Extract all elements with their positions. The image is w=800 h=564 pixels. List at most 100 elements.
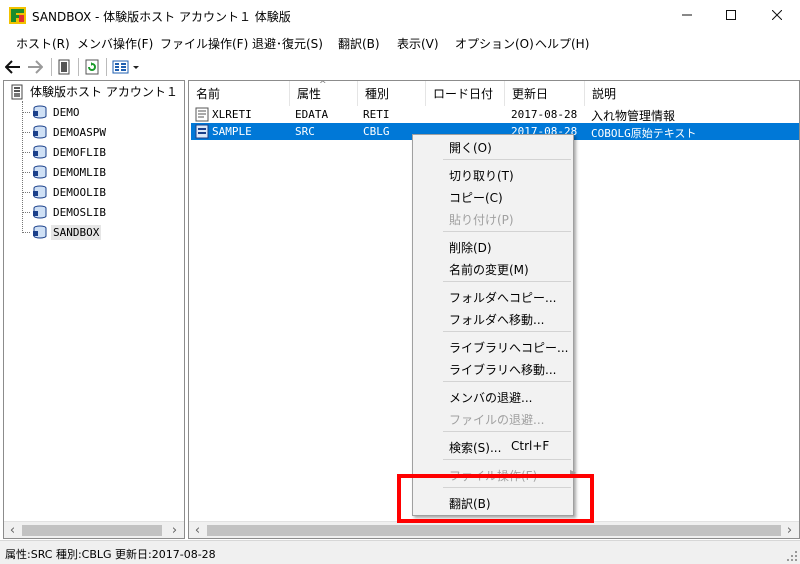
close-icon (772, 10, 782, 20)
tree-node-library[interactable]: DEMOMLIB (22, 162, 108, 182)
context-menu-copy-to-library[interactable]: ライブラリへコピー... (449, 339, 568, 356)
context-menu-move-to-folder[interactable]: フォルダへ移動... (449, 311, 544, 328)
column-label: 属性 (297, 87, 322, 101)
resize-grip-icon[interactable] (786, 550, 798, 562)
forward-arrow-icon (28, 60, 43, 74)
library-icon (33, 105, 47, 119)
host-properties-button[interactable] (56, 57, 72, 77)
menu-member-ops[interactable]: メンバ操作(F) (77, 35, 153, 52)
tree-root-label: 体験版ホスト アカウント１ (30, 85, 178, 99)
menu-host[interactable]: ホスト(R) (16, 35, 70, 52)
tree-node-library-selected[interactable]: SANDBOX (22, 222, 102, 242)
minimize-icon (682, 14, 692, 16)
context-menu-backup-member[interactable]: メンバの退避... (449, 389, 532, 406)
menu-separator (443, 231, 571, 232)
view-mode-button[interactable] (111, 57, 141, 77)
column-label: ロード日付 (433, 87, 494, 101)
context-menu-rename[interactable]: 名前の変更(M) (449, 261, 529, 278)
library-icon (33, 225, 47, 239)
menu-options[interactable]: オプション(O) (455, 35, 534, 52)
status-text: 属性:SRC 種別:CBLG 更新日:2017-08-28 (5, 548, 216, 561)
data-file-icon (195, 107, 209, 122)
context-menu-delete[interactable]: 削除(D) (449, 239, 492, 256)
column-header-type[interactable]: 種別 (358, 81, 426, 106)
column-header-name[interactable]: 名前 (189, 81, 290, 106)
library-icon (33, 125, 47, 139)
toolbar (0, 54, 800, 80)
context-menu-copy[interactable]: コピー(C) (449, 189, 503, 206)
back-button[interactable] (4, 57, 22, 77)
scroll-right-icon[interactable]: › (166, 523, 183, 538)
tree-root-host[interactable]: 体験版ホスト アカウント１ (10, 83, 178, 100)
toolbar-separator (106, 58, 107, 76)
menu-separator (443, 431, 571, 432)
context-menu-cut[interactable]: 切り取り(T) (449, 167, 514, 184)
tree-node-label: DEMOMLIB (53, 165, 106, 179)
scroll-left-icon[interactable]: ‹ (189, 523, 206, 538)
sort-caret-icon: ^ (319, 80, 327, 90)
list-horizontal-scrollbar[interactable]: ‹ › (189, 521, 799, 538)
tree-horizontal-scrollbar[interactable]: ‹ › (4, 521, 184, 538)
cell-attribute: EDATA (295, 108, 329, 121)
cell-updated: 2017-08-28 (511, 108, 578, 121)
menu-separator (443, 159, 571, 160)
table-row[interactable]: XLRETI EDATA RETI 2017-08-28 入れ物管理情報 (191, 106, 799, 123)
column-label: 名前 (196, 87, 221, 101)
column-label: 種別 (365, 87, 390, 101)
library-icon (33, 165, 47, 179)
tree-node-label: DEMOFLIB (53, 145, 106, 159)
column-header-load-date[interactable]: ロード日付 (426, 81, 505, 106)
tree-node-library[interactable]: DEMOSLIB (22, 202, 108, 222)
library-icon (33, 145, 47, 159)
close-button[interactable] (754, 0, 800, 30)
context-menu-copy-to-folder[interactable]: フォルダへコピー... (449, 289, 556, 306)
host-tree-pane[interactable]: 体験版ホスト アカウント１ DEMO DEMOASPW DEMOFLIB DEM… (3, 80, 185, 539)
cell-name: SAMPLE (212, 125, 252, 138)
status-bar: 属性:SRC 種別:CBLG 更新日:2017-08-28 (0, 540, 800, 564)
column-header-updated[interactable]: 更新日 (505, 81, 585, 106)
host-computer-icon (11, 84, 23, 99)
cell-description: 入れ物管理情報 (591, 109, 676, 123)
tree-node-library[interactable]: DEMOOLIB (22, 182, 108, 202)
scroll-left-icon[interactable]: ‹ (4, 523, 21, 538)
refresh-button[interactable] (84, 57, 100, 77)
view-details-icon (112, 60, 139, 74)
context-menu-search-label: 検索(S)... (449, 441, 502, 455)
minimize-button[interactable] (664, 0, 710, 30)
scrollbar-thumb[interactable] (22, 525, 162, 536)
cell-type: RETI (363, 108, 390, 121)
column-header-description[interactable]: 説明 (585, 81, 799, 106)
library-icon (33, 185, 47, 199)
tree-node-library[interactable]: DEMOASPW (22, 122, 108, 142)
tree-node-label: SANDBOX (51, 224, 102, 240)
annotation-highlight-box (397, 474, 594, 523)
column-label: 説明 (592, 87, 617, 101)
toolbar-separator (51, 58, 52, 76)
scroll-right-icon[interactable]: › (781, 523, 798, 538)
menu-file-ops[interactable]: ファイル操作(F) (160, 35, 248, 52)
cell-name: XLRETI (212, 108, 252, 121)
context-menu-move-to-library[interactable]: ライブラリへ移動... (449, 361, 556, 378)
context-menu-open[interactable]: 開く(O) (449, 139, 492, 156)
menu-backup-restore[interactable]: 退避･復元(S) (252, 35, 323, 52)
menu-separator (443, 331, 571, 332)
context-menu-search[interactable]: 検索(S)... Ctrl+F (449, 439, 569, 456)
cell-description: COBOLG原始テキスト (591, 127, 697, 140)
menu-help[interactable]: ヘルプ(H) (535, 35, 589, 52)
menu-bar: ホスト(R) メンバ操作(F) ファイル操作(F) 退避･復元(S) 翻訳(B)… (0, 31, 800, 53)
context-menu-paste: 貼り付け(P) (449, 213, 514, 227)
tree-node-library[interactable]: DEMOFLIB (22, 142, 108, 162)
tree-node-label: DEMOASPW (53, 125, 106, 139)
refresh-icon (85, 59, 99, 75)
tree-node-label: DEMO (53, 105, 80, 119)
forward-button[interactable] (26, 57, 44, 77)
maximize-button[interactable] (708, 0, 754, 30)
menu-separator (443, 381, 571, 382)
title-bar: SANDBOX - 体験版ホスト アカウント１ 体験版 (0, 0, 800, 31)
menu-translate[interactable]: 翻訳(B) (338, 35, 380, 52)
scrollbar-thumb[interactable] (207, 525, 781, 536)
menu-view[interactable]: 表示(V) (397, 35, 439, 52)
library-icon (33, 205, 47, 219)
source-file-icon (195, 124, 209, 139)
tree-node-library[interactable]: DEMO (22, 102, 82, 122)
